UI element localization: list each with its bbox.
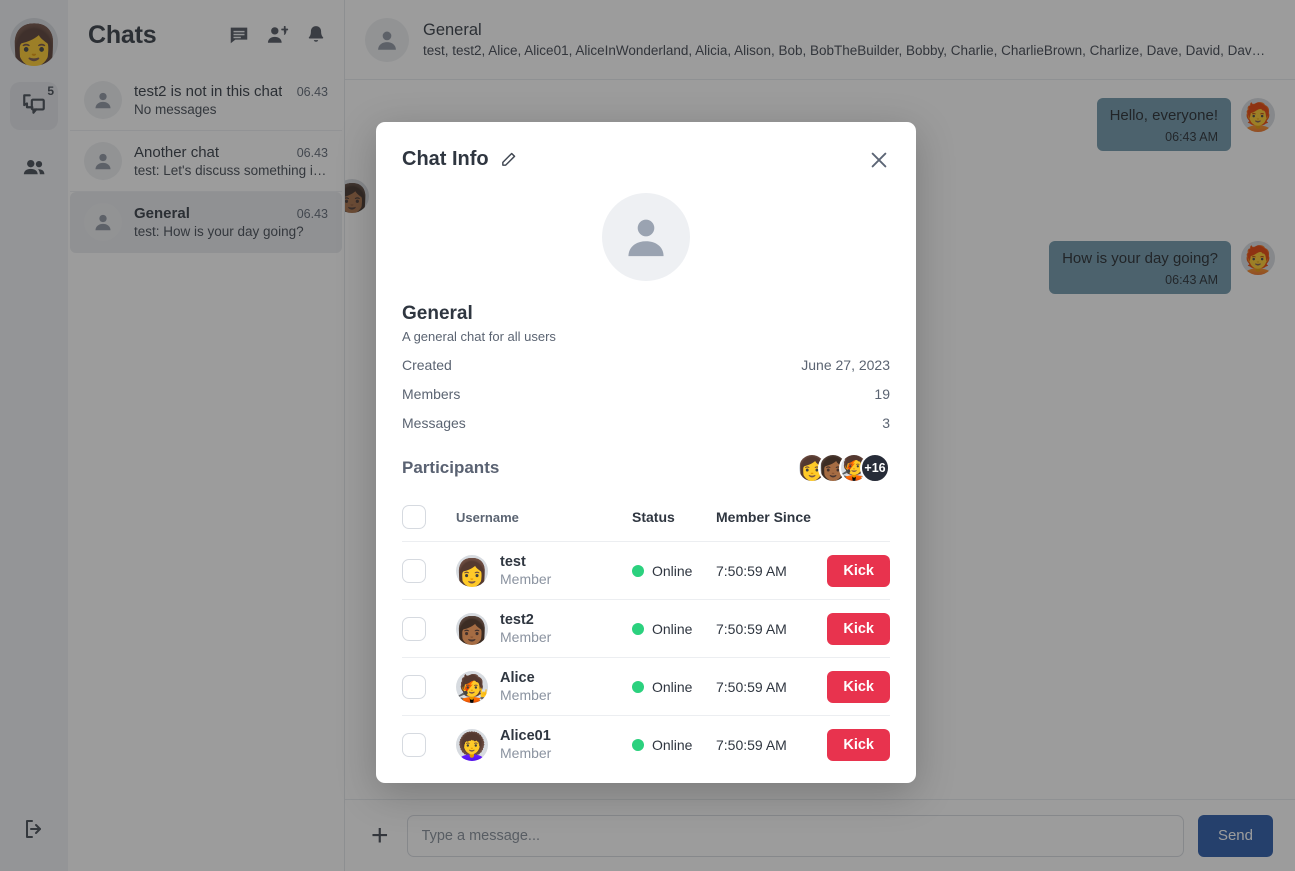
cell-member-since: 7:50:59 AM	[716, 736, 787, 753]
participants-header: Participants 👩 👩🏾 🧑‍🎤 +16	[402, 453, 890, 483]
select-all-checkbox[interactable]	[402, 505, 426, 529]
cell-actions: Kick	[816, 554, 890, 587]
info-row-created: Created June 27, 2023	[402, 344, 890, 373]
row-select-cell	[402, 558, 456, 583]
username-block: test Member	[500, 554, 551, 587]
username: test2	[500, 612, 534, 628]
group-avatar-placeholder	[602, 193, 690, 281]
cell-actions: Kick	[816, 612, 890, 645]
username-block: test2 Member	[500, 612, 551, 645]
cell-member-since: 7:50:59 AM	[716, 620, 787, 637]
column-header-member-since: Member Since	[716, 509, 811, 525]
participants-avatar-stack[interactable]: 👩 👩🏾 🧑‍🎤 +16	[797, 453, 890, 483]
user-role: Member	[500, 629, 552, 645]
username-block: Alice Member	[500, 670, 551, 703]
info-label: Messages	[402, 415, 466, 431]
username: test	[500, 554, 526, 570]
avatar-overflow-count: +16	[860, 453, 890, 483]
cell-status: Online	[632, 563, 716, 579]
user-role: Member	[500, 687, 552, 703]
column-header-username: Username	[456, 509, 519, 525]
row-select-cell	[402, 674, 456, 699]
cell-username: 👩🏾 test2 Member	[456, 612, 632, 645]
cell-status: Online	[632, 737, 716, 753]
group-description: A general chat for all users	[402, 329, 556, 344]
info-value: 3	[882, 415, 890, 431]
username-block: Alice01 Member	[500, 728, 551, 761]
user-role: Member	[500, 745, 552, 761]
row-select-cell	[402, 616, 456, 641]
username: Alice	[500, 670, 535, 686]
info-label: Created	[402, 357, 452, 373]
info-row-messages: Messages 3	[402, 402, 890, 431]
cell-username: 🧑‍🎤 Alice Member	[456, 670, 632, 703]
cell-member-since: 7:50:59 AM	[716, 562, 787, 579]
info-label: Members	[402, 386, 461, 402]
modal-content: Chat Info General A general chat for all…	[376, 122, 916, 783]
participants-table: Username Status Member Since 👩 test Memb…	[402, 499, 890, 773]
kick-button[interactable]: Kick	[827, 554, 890, 587]
avatar: 👩‍🦱	[456, 728, 488, 761]
participants-title: Participants	[402, 458, 500, 477]
status-dot-online-icon	[632, 622, 644, 635]
status-dot-online-icon	[632, 738, 644, 751]
info-row-members: Members 19	[402, 373, 890, 402]
row-checkbox[interactable]	[402, 558, 426, 583]
chat-info-modal: Chat Info General A general chat for all…	[376, 122, 916, 783]
cell-status: Online	[632, 621, 716, 637]
info-value: 19	[874, 386, 890, 402]
status-badge: Online	[652, 678, 693, 695]
status-badge: Online	[652, 736, 693, 753]
avatar: 🧑‍🎤	[456, 670, 488, 703]
cell-status: Online	[632, 679, 716, 695]
close-icon[interactable]	[868, 149, 890, 171]
select-all-cell	[402, 505, 456, 529]
table-row: 👩🏾 test2 Member Online 7:50:59 AM Kick	[402, 600, 890, 658]
status-dot-online-icon	[632, 680, 644, 693]
modal-title-group: Chat Info	[402, 148, 517, 171]
group-name: General	[402, 303, 473, 324]
kick-button[interactable]: Kick	[827, 728, 890, 761]
modal-title: Chat Info	[402, 148, 489, 170]
table-row: 🧑‍🎤 Alice Member Online 7:50:59 AM Kick	[402, 658, 890, 716]
cell-username: 👩‍🦱 Alice01 Member	[456, 728, 632, 761]
avatar: 👩🏾	[456, 612, 488, 645]
avatar: 👩	[456, 554, 488, 587]
edit-pencil-icon[interactable]	[500, 151, 517, 168]
status-dot-online-icon	[632, 564, 644, 577]
table-row: 👩‍🦱 Alice01 Member Online 7:50:59 AM Kic…	[402, 716, 890, 773]
cell-username: 👩 test Member	[456, 554, 632, 587]
kick-button[interactable]: Kick	[827, 612, 890, 645]
cell-actions: Kick	[816, 670, 890, 703]
row-select-cell	[402, 732, 456, 757]
table-row: 👩 test Member Online 7:50:59 AM Kick	[402, 542, 890, 600]
kick-button[interactable]: Kick	[827, 670, 890, 703]
row-checkbox[interactable]	[402, 732, 426, 757]
status-badge: Online	[652, 562, 693, 579]
row-checkbox[interactable]	[402, 674, 426, 699]
row-checkbox[interactable]	[402, 616, 426, 641]
user-role: Member	[500, 571, 552, 587]
column-header-status: Status	[632, 509, 675, 525]
cell-member-since: 7:50:59 AM	[716, 678, 787, 695]
app-root: 👩 5 Chats test2 is not in this chat 06.4…	[0, 0, 1295, 871]
cell-actions: Kick	[816, 728, 890, 761]
info-value: June 27, 2023	[801, 357, 890, 373]
status-badge: Online	[652, 620, 693, 637]
username: Alice01	[500, 728, 551, 744]
table-header-row: Username Status Member Since	[402, 499, 890, 542]
modal-header: Chat Info	[402, 122, 890, 171]
